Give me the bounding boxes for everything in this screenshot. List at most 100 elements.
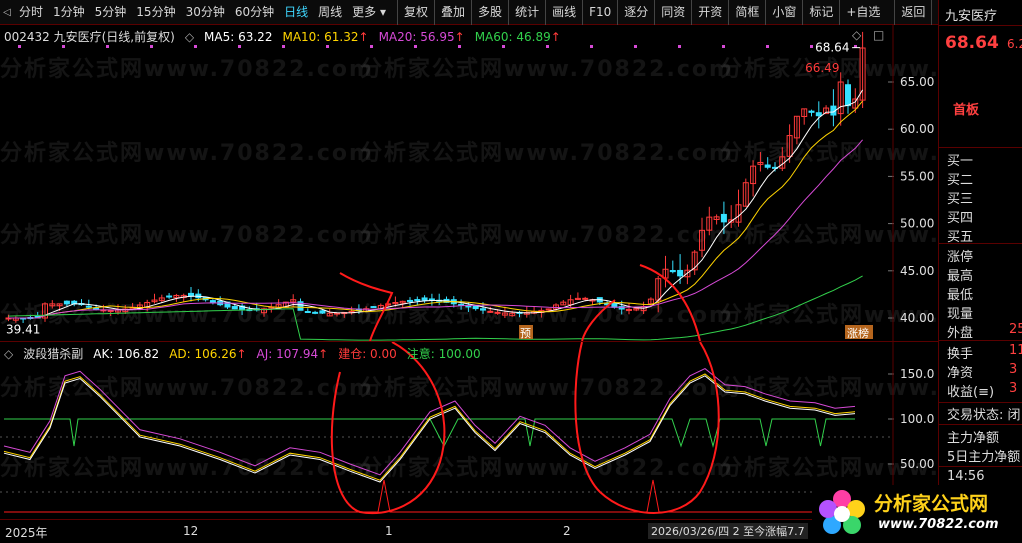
- stock-name: 九安医疗: [945, 9, 998, 24]
- candlestick-chart[interactable]: 65.00 60.00 55.00 50.00 45.00 40.00 68.64 66.49…: [0, 25, 938, 341]
- collapse-arrow-icon[interactable]: ◁: [0, 0, 14, 25]
- toolbar-button[interactable]: 多股: [471, 0, 508, 25]
- toolbar-button[interactable]: 标记: [802, 0, 839, 25]
- pre-tag-label: 预: [520, 327, 531, 340]
- period-tab[interactable]: 30分钟: [181, 0, 230, 25]
- period-tab[interactable]: 1分钟: [48, 0, 90, 25]
- period-tabs: 分时 1分钟 5分钟 15分钟 30分钟 60分钟 日线 周线 更多 ▾: [14, 0, 391, 25]
- stat-row: 收益(≡) 3: [947, 381, 1018, 400]
- candle: [93, 307, 100, 310]
- y-tick: 65.00: [900, 75, 934, 89]
- toolbar-button[interactable]: F10: [582, 0, 617, 25]
- candle: [487, 310, 494, 313]
- period-tab[interactable]: 分时: [14, 0, 48, 25]
- indicator-legend: ◇ 波段猎杀副 AK: 106.82 AD: 106.26↑ AJ: 107.9…: [4, 345, 481, 362]
- date-tooltip: 2026/03/26/四 2 至今涨幅7.7: [648, 523, 808, 539]
- candle: [414, 299, 421, 302]
- stat-row: 现量: [947, 307, 974, 322]
- indicator-name: 波段猎杀副: [23, 347, 84, 361]
- y-tick: 40.00: [900, 311, 934, 325]
- ma10-label: MA10: 61.32↑: [282, 29, 369, 44]
- candle: [808, 110, 815, 113]
- toolbar-buttons: 复权 叠加 多股 统计 画线 F10 逐分 同资 开资 简框 小窗 标记 +自选 返回: [397, 0, 933, 25]
- candle: [304, 311, 311, 314]
- bid-level: 买二: [947, 173, 974, 188]
- ma20-line: [8, 139, 863, 319]
- candle: [421, 297, 428, 301]
- low-price-label: 39.41: [6, 323, 40, 337]
- stat-row: 换手11: [947, 343, 1022, 362]
- toolbar-button[interactable]: 小窗: [765, 0, 802, 25]
- period-tab[interactable]: 5分钟: [90, 0, 132, 25]
- aj-label: AJ: 107.94↑: [256, 346, 329, 361]
- second-high-label: 66.49: [805, 61, 839, 75]
- candle: [677, 269, 684, 277]
- axis-month-label: 1: [385, 524, 393, 538]
- stat-row: 最低: [947, 288, 974, 303]
- ma5-label: MA5: 63.22: [204, 29, 273, 44]
- y-tick: 150.0: [900, 367, 934, 381]
- indicator-panel[interactable]: 分析家公式网www.70822.com 分析家公式网www.70822.com …: [0, 341, 1022, 520]
- candle: [845, 84, 851, 107]
- clock-time: 14:56: [947, 469, 985, 484]
- candle: [720, 213, 727, 223]
- y-tick: 55.00: [900, 169, 934, 183]
- main-net-amount: 主力净额: [947, 431, 1000, 446]
- toolbar-button[interactable]: 简框: [728, 0, 765, 25]
- main-net-5day: 5日主力净额: [947, 450, 1021, 465]
- y-tick: 100.0: [900, 412, 934, 426]
- ma60-label: MA60: 46.89↑: [474, 29, 561, 44]
- candle: [63, 300, 70, 305]
- last-price: 68.64: [945, 33, 999, 53]
- candle: [188, 292, 194, 297]
- indicator-chart[interactable]: 150.0 100.0 50.00: [0, 342, 938, 520]
- period-tab[interactable]: 60分钟: [230, 0, 279, 25]
- trade-status: 交易状态: 闭: [947, 408, 1021, 423]
- toolbar-button[interactable]: 逐分: [617, 0, 654, 25]
- toolbar-button[interactable]: 复权: [397, 0, 434, 25]
- period-tab[interactable]: 更多 ▾: [347, 0, 391, 25]
- stock-title: 002432 九安医疗(日线,前复权): [4, 30, 175, 44]
- toolbar-button[interactable]: 统计: [508, 0, 545, 25]
- toolbar-button[interactable]: 同资: [654, 0, 691, 25]
- candle: [85, 305, 92, 308]
- toolbar-button[interactable]: 画线: [545, 0, 582, 25]
- candle: [458, 303, 465, 306]
- logo-title: 分析家公式网: [874, 493, 989, 515]
- period-tab[interactable]: 15分钟: [131, 0, 180, 25]
- ak-line: [3, 375, 856, 483]
- limit-up-tag-label: 涨榜: [847, 326, 869, 340]
- y-tick: 50.00: [900, 217, 934, 231]
- ad-line: [3, 373, 856, 481]
- high-price-label: 68.64: [815, 41, 849, 55]
- toolbar-button[interactable]: +自选: [839, 0, 886, 25]
- candle: [669, 270, 676, 273]
- logo-url: www.70822.com: [878, 517, 999, 532]
- jiancang-label: 建仓: 0.00: [338, 347, 397, 361]
- diamond-icon[interactable]: ◇: [852, 28, 861, 42]
- candle: [209, 300, 216, 303]
- candle: [764, 164, 771, 168]
- period-tab[interactable]: 日线: [279, 0, 313, 25]
- collapse-icon[interactable]: ◇: [4, 347, 13, 361]
- quote-sidebar: 九安医疗 68.64 6.2 首板 买一买二买三买四买五 涨停最高最低现量外盘2…: [938, 0, 1022, 543]
- candle: [231, 306, 238, 310]
- ak-label: AK: 106.82: [93, 346, 160, 361]
- window-icon[interactable]: □: [873, 28, 884, 42]
- dropdown-icon[interactable]: ◇: [185, 30, 194, 44]
- board-tag: 首板: [953, 103, 980, 118]
- toolbar-button[interactable]: 返回: [894, 0, 933, 25]
- stat-row: 外盘25: [947, 322, 1022, 341]
- toolbar-button[interactable]: 叠加: [434, 0, 471, 25]
- y-tick: 50.00: [900, 457, 934, 471]
- candle: [582, 297, 589, 300]
- period-tab[interactable]: 周线: [313, 0, 347, 25]
- candle: [480, 308, 486, 311]
- price-chart-panel[interactable]: 分析家公式网www.70822.com 分析家公式网www.70822.com …: [0, 25, 1022, 341]
- toolbar-button[interactable]: 开资: [691, 0, 728, 25]
- stat-row: 最高: [947, 269, 974, 284]
- flower-logo-icon: [819, 490, 865, 534]
- candle: [370, 306, 377, 309]
- axis-year-label: 2025年: [5, 526, 48, 540]
- ad-label: AD: 106.26↑: [169, 346, 247, 361]
